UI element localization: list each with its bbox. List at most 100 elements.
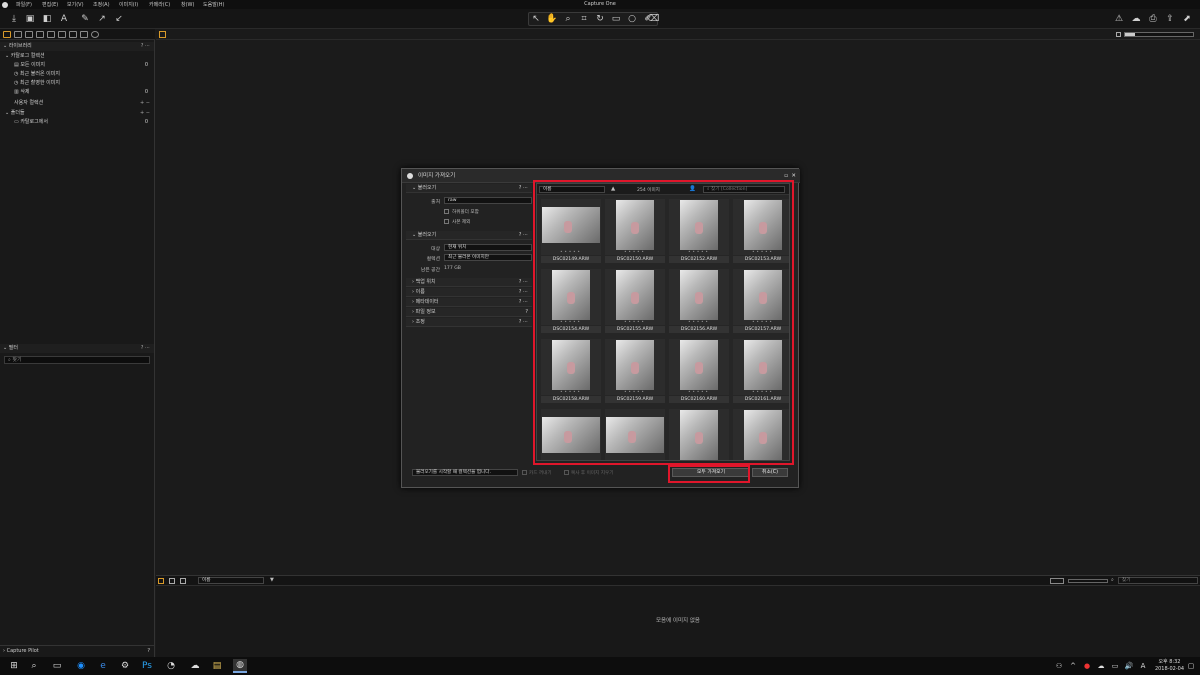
tray-app-icon[interactable]: ● — [1080, 659, 1094, 673]
input-language[interactable]: A — [1136, 659, 1150, 673]
delete-after-copy-checkbox[interactable] — [564, 470, 569, 475]
cloud-app-icon[interactable]: ☁ — [188, 659, 202, 673]
crop-cursor-icon[interactable]: ⌗ — [577, 13, 591, 25]
arrow-down-icon[interactable]: ↙ — [112, 13, 126, 25]
notification-icon[interactable]: ▢ — [1184, 659, 1198, 673]
menu-image[interactable]: 이미지(I) — [119, 1, 138, 8]
menu-view[interactable]: 보기(V) — [67, 1, 84, 8]
include-subfolders-checkbox[interactable] — [444, 209, 449, 214]
settings-icon[interactable]: ⚙ — [118, 659, 132, 673]
capture-icon[interactable]: ▣ — [23, 13, 37, 25]
browser-zoom-icon[interactable] — [1050, 578, 1064, 584]
output-tab-icon[interactable] — [80, 31, 88, 38]
capture-one-taskbar-icon[interactable]: ◍ — [233, 659, 247, 673]
menu-camera[interactable]: 카메라(C) — [149, 1, 170, 8]
collection-recent-imports[interactable]: ◷ 최근 불러온 이미지 — [0, 70, 154, 79]
adjustments-section[interactable]: › 조정? ⋯ — [406, 318, 532, 327]
people-icon[interactable]: ⚇ — [1052, 659, 1066, 673]
circle-cursor-icon[interactable]: ○ — [625, 13, 639, 25]
chrome-icon[interactable]: ◉ — [74, 659, 88, 673]
user-collections-header[interactable]: 사용자 컬렉션 + − — [0, 99, 154, 108]
section-menu-icon[interactable]: ? ⋯ — [141, 42, 150, 51]
start-icon[interactable]: ⊞ — [7, 659, 21, 673]
add-collection-icon[interactable]: + − — [140, 99, 150, 108]
collection-trash[interactable]: ▥ 삭제 0 — [0, 88, 154, 97]
metadata-section[interactable]: › 메타데이터? ⋯ — [406, 298, 532, 307]
live-view-icon[interactable]: ◧ — [40, 13, 54, 25]
menu-adjust[interactable]: 조정(A) — [93, 1, 110, 8]
list-view-icon[interactable] — [169, 578, 175, 584]
text-tool-icon[interactable]: A — [57, 13, 71, 25]
menu-help[interactable]: 도움말(H) — [203, 1, 224, 8]
capture-pilot-header[interactable]: › Capture Pilot ? — [0, 645, 154, 655]
filters-menu-icon[interactable]: ? ⋯ — [141, 344, 150, 353]
zoom-slider[interactable] — [1124, 32, 1194, 37]
keystone-cursor-icon[interactable]: ▭ — [609, 13, 623, 25]
rotate-cursor-icon[interactable]: ↻ — [593, 13, 607, 25]
select-cursor-icon[interactable]: ↖ — [529, 13, 543, 25]
capture-tab-icon[interactable] — [14, 31, 22, 38]
exposure-tab-icon[interactable] — [47, 31, 55, 38]
import-from-section[interactable]: ⌄ 불러오기? ⋯ — [406, 184, 532, 193]
pen-icon[interactable]: ✎ — [78, 13, 92, 25]
folders-header[interactable]: ⌄ 폴더들 + − — [0, 109, 154, 118]
filters-search-input[interactable]: ⌕ 찾기 — [4, 356, 150, 364]
edge-icon[interactable]: e — [96, 659, 110, 673]
import-to-section[interactable]: ⌄ 불러오기? ⋯ — [406, 231, 532, 240]
details-tab-icon[interactable] — [58, 31, 66, 38]
print-icon[interactable]: ⎙ — [1146, 13, 1160, 25]
volume-icon[interactable]: 🔊 — [1122, 659, 1136, 673]
collection-all-images[interactable]: ▤ 모든 이미지 0 — [0, 61, 154, 70]
share-icon[interactable]: ⬈ — [1180, 13, 1194, 25]
lens-tab-icon[interactable] — [25, 31, 33, 38]
browser-zoom-slider[interactable] — [1068, 579, 1108, 583]
task-view-icon[interactable]: ▭ — [50, 659, 64, 673]
tray-arrow-icon[interactable]: ^ — [1066, 659, 1080, 673]
local-adjust-tab-icon[interactable] — [69, 31, 77, 38]
arrow-up-icon[interactable]: ↗ — [95, 13, 109, 25]
filters-section-header[interactable]: ⌄ 필터 ? ⋯ — [0, 344, 154, 353]
naming-section[interactable]: › 이름? ⋯ — [406, 288, 532, 297]
warning-icon[interactable]: ⚠ — [1112, 13, 1126, 25]
photoshop-icon[interactable]: Ps — [140, 659, 154, 673]
add-folder-icon[interactable]: + − — [140, 109, 150, 118]
cloud-icon[interactable]: ☁ — [1129, 13, 1143, 25]
browser-search-input[interactable]: 찾기 — [1118, 577, 1198, 584]
collection-recent-captures[interactable]: ◷ 최근 촬영한 이미지 — [0, 79, 154, 88]
library-section-header[interactable]: ⌄ 라이브러리 ? ⋯ — [0, 42, 154, 51]
file-explorer-icon[interactable]: ▤ — [210, 659, 224, 673]
proof-icon[interactable] — [1116, 32, 1121, 37]
import-icon[interactable]: ⤓ — [7, 13, 21, 25]
network-icon[interactable]: ☁ — [1094, 659, 1108, 673]
color-tab-icon[interactable] — [36, 31, 44, 38]
file-info-section[interactable]: › 파일 정보? — [406, 308, 532, 317]
clock[interactable]: 오후 8:32 2018-02-04 — [1155, 659, 1184, 673]
export-icon[interactable]: ⇪ — [1163, 13, 1177, 25]
help-icon[interactable]: ? — [147, 646, 150, 656]
menu-window[interactable]: 창(W) — [181, 1, 194, 8]
folder-in-catalog[interactable]: ▭ 카탈로그에서 0 — [0, 118, 154, 127]
exclude-duplicates-checkbox[interactable] — [444, 219, 449, 224]
search-icon[interactable]: ⌕ — [27, 659, 41, 673]
backup-section[interactable]: › 백업 위치? ⋯ — [406, 278, 532, 287]
browser-sort-select[interactable]: 이름 — [198, 577, 264, 584]
eraser-icon[interactable]: ⌫ — [646, 13, 660, 25]
media-icon[interactable]: ◔ — [164, 659, 178, 673]
cancel-button[interactable]: 취소(C) — [752, 468, 788, 477]
filmstrip-view-icon[interactable] — [180, 578, 186, 584]
eject-card-checkbox[interactable] — [522, 470, 527, 475]
library-tab-icon[interactable] — [3, 31, 11, 38]
zoom-cursor-icon[interactable]: ⌕ — [561, 13, 575, 25]
open-collection-select[interactable]: 불러오기를 시작할 때 컬렉션을 엽니다. — [412, 469, 518, 476]
info-tab-icon[interactable] — [91, 31, 99, 38]
catalog-collections-header[interactable]: ⌄ 카탈로그 컬렉션 — [0, 52, 154, 61]
menu-edit[interactable]: 편집(E) — [42, 1, 58, 8]
pan-cursor-icon[interactable]: ✋ — [545, 13, 559, 25]
grid-view-icon[interactable] — [159, 31, 166, 38]
from-select[interactable]: raw — [444, 197, 532, 204]
thumbnail-view-icon[interactable] — [158, 578, 164, 584]
collection-select[interactable]: 최근 불러온 이미지만 — [444, 254, 532, 261]
sort-direction-icon[interactable]: ▼ — [270, 577, 274, 583]
menu-file[interactable]: 파일(F) — [16, 1, 32, 8]
destination-select[interactable]: 현재 위치 — [444, 244, 532, 251]
